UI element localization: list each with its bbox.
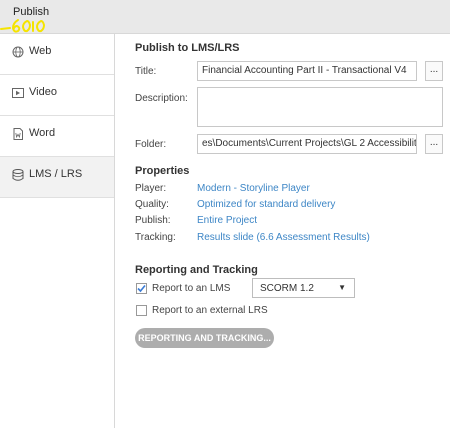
title-browse-button[interactable]: ... [425,61,443,81]
tracking-link[interactable]: Results slide (6.6 Assessment Results) [197,232,370,243]
report-lms-checkbox[interactable] [136,283,147,294]
report-lrs-label: Report to an external LRS [152,305,268,316]
title-label: Title: [135,66,157,77]
lms-publish-panel: Publish to LMS/LRS Title: Financial Acco… [115,34,450,428]
sidebar-item-label: Video [29,86,57,98]
section-heading-properties: Properties [135,165,190,177]
word-document-icon [13,128,23,140]
quality-link[interactable]: Optimized for standard delivery [197,199,335,210]
quality-label: Quality: [135,199,169,210]
lms-standard-value: SCORM 1.2 [260,283,314,294]
sidebar-item-lms-lrs[interactable]: LMS / LRS [0,157,114,198]
sidebar-item-web[interactable]: Web [0,34,114,75]
lms-standard-select[interactable]: SCORM 1.2 ▼ [252,278,355,298]
folder-input[interactable]: es\Documents\Current Projects\GL 2 Acces… [197,134,417,154]
video-icon [12,88,24,98]
checkmark-icon [137,284,146,293]
chevron-down-icon: ▼ [338,283,346,292]
database-icon [12,169,24,181]
sidebar-item-label: Web [29,45,52,57]
publish-link[interactable]: Entire Project [197,215,257,226]
section-heading-publish-lms: Publish to LMS/LRS [135,42,240,54]
title-bar: Publish [0,0,450,34]
report-lms-label: Report to an LMS [152,283,231,294]
sidebar-item-label: LMS / LRS [29,168,83,180]
sidebar-item-word[interactable]: Word [0,116,114,157]
folder-browse-button[interactable]: ... [425,134,443,154]
description-label: Description: [135,93,188,104]
folder-label: Folder: [135,139,167,150]
sidebar-item-label: Word [29,127,56,139]
player-link[interactable]: Modern - Storyline Player [197,183,310,194]
tracking-label: Tracking: [135,232,176,243]
title-input[interactable]: Financial Accounting Part II - Transacti… [197,61,417,81]
publish-sidebar: Web Video Word LMS / LRS [0,34,115,428]
description-input[interactable] [197,87,443,127]
reporting-and-tracking-button[interactable]: REPORTING AND TRACKING... [135,328,274,348]
report-lrs-checkbox[interactable] [136,305,147,316]
sidebar-item-video[interactable]: Video [0,75,114,116]
player-label: Player: [135,183,167,194]
handwritten-annotation [0,19,45,33]
section-heading-reporting: Reporting and Tracking [135,264,258,276]
globe-icon [12,46,24,58]
publish-label: Publish: [135,215,171,226]
